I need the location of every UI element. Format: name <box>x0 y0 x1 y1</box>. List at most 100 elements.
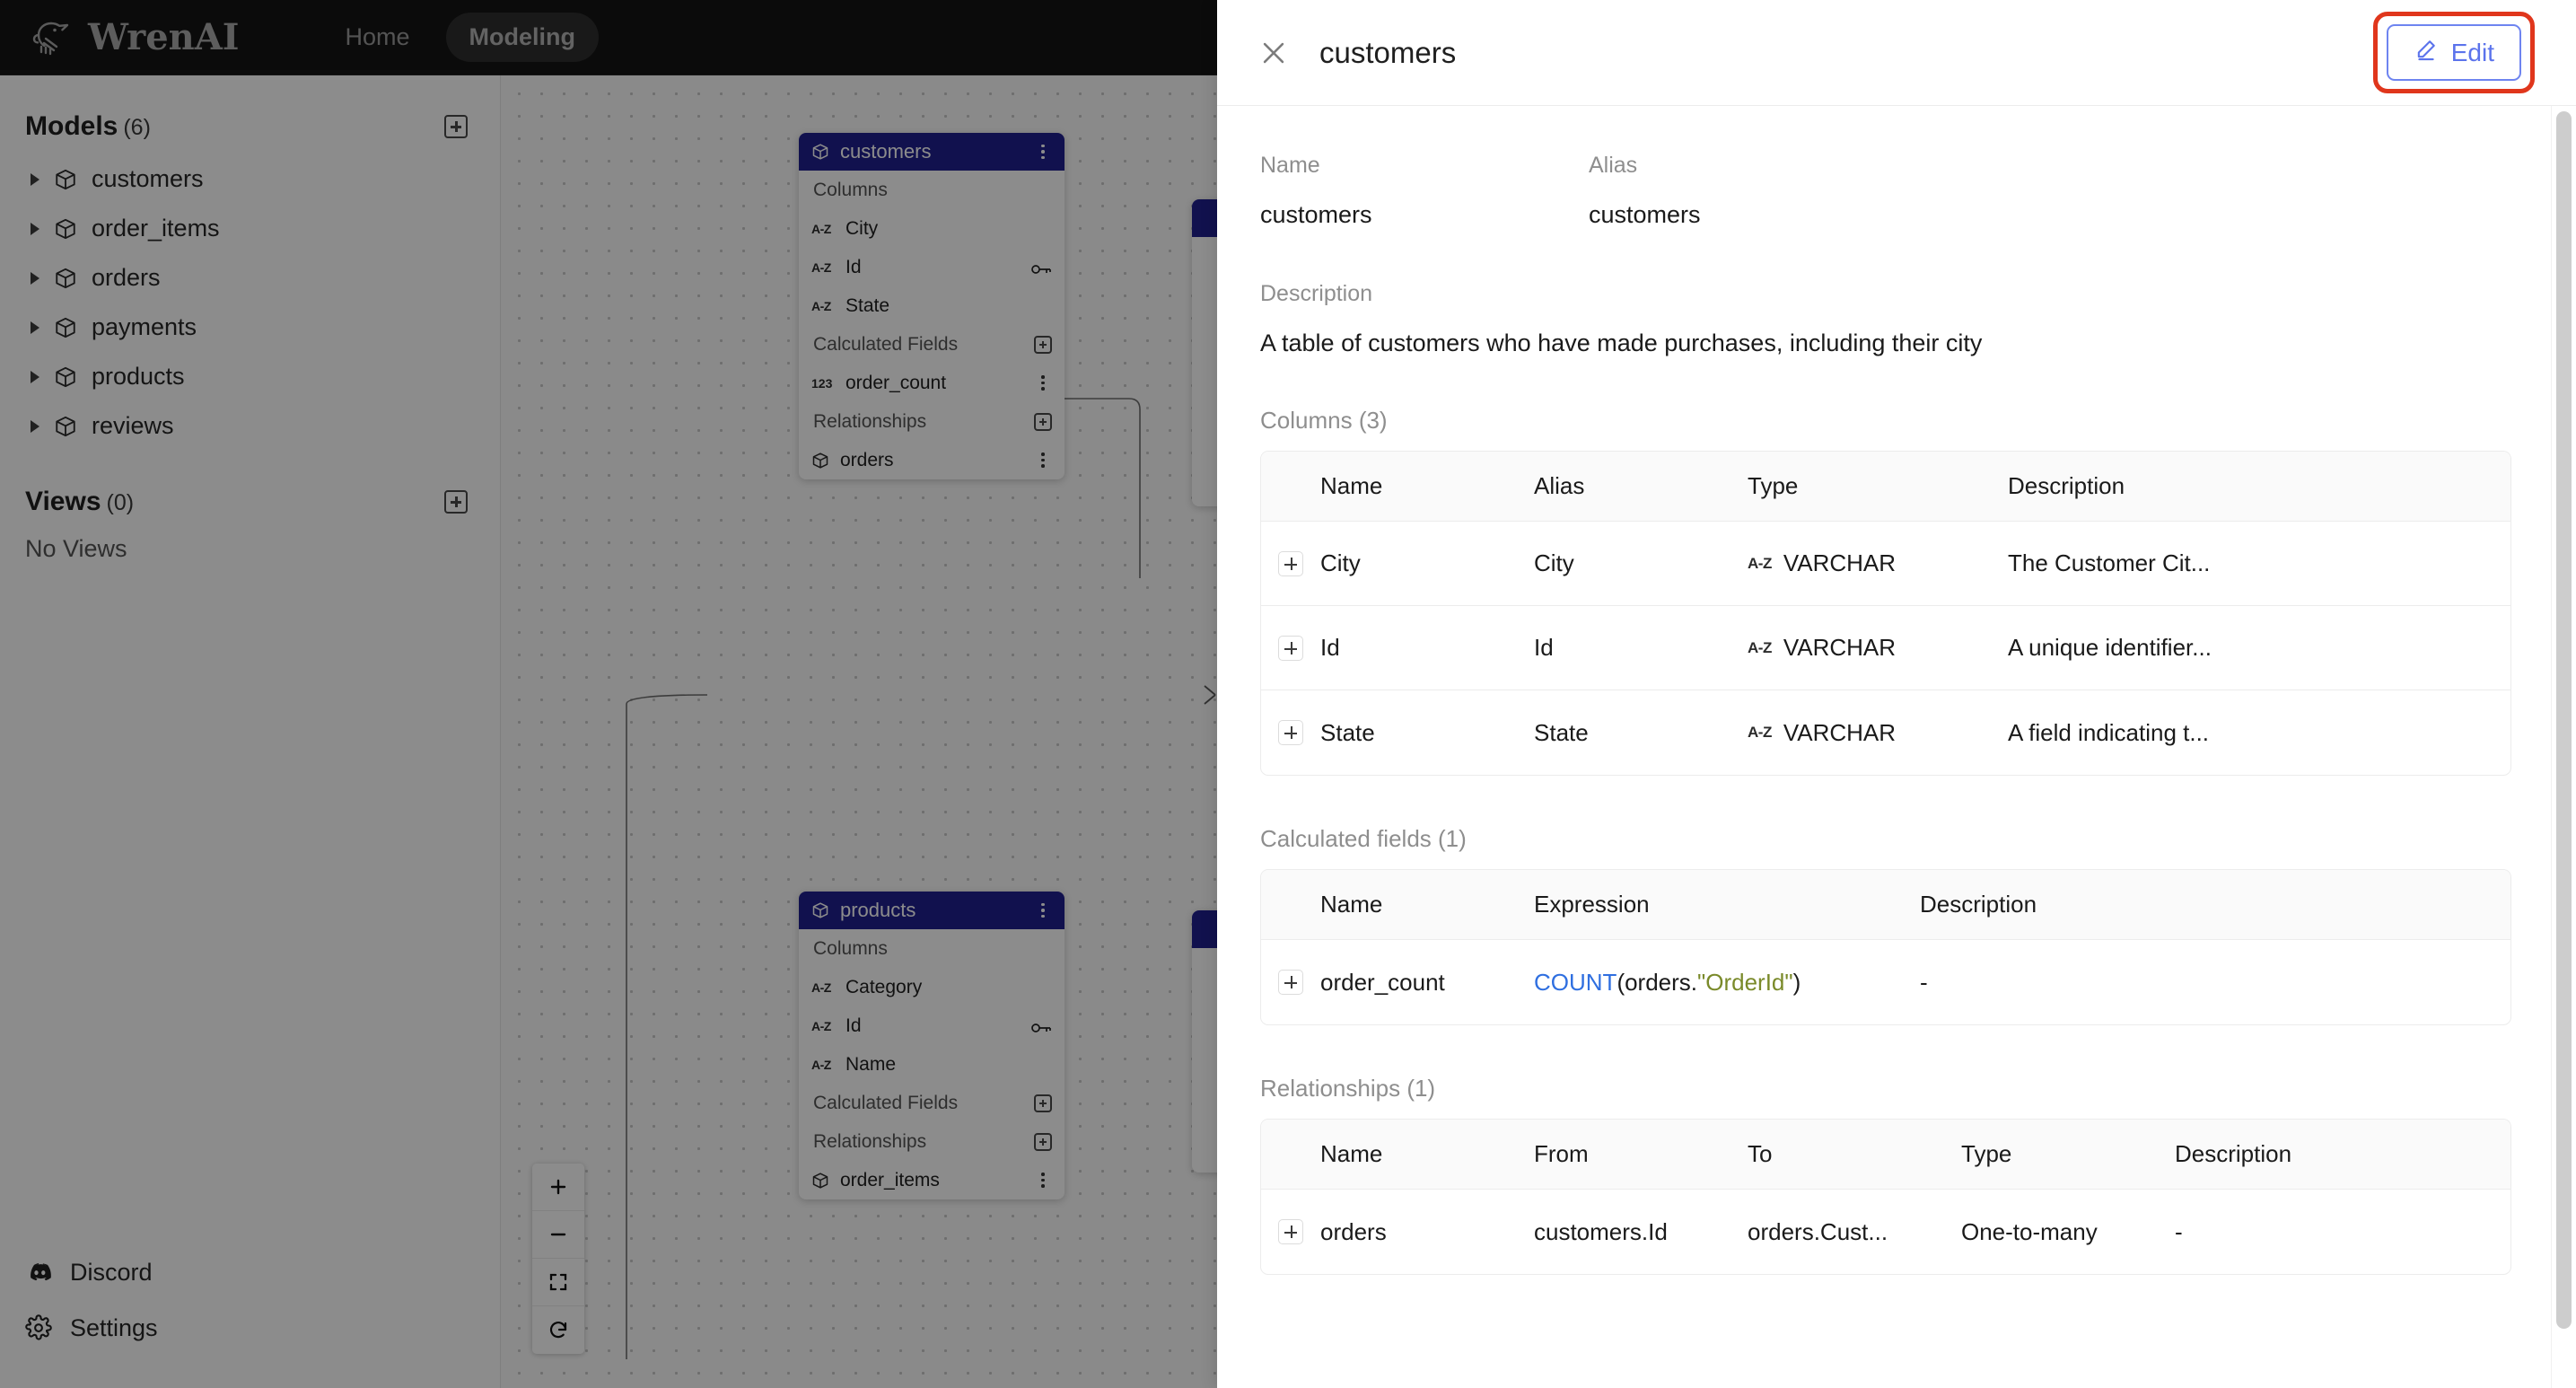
node-row-more-icon[interactable] <box>1034 1173 1052 1188</box>
sidebar-item-orders[interactable]: orders <box>0 253 500 303</box>
edit-button-label: Edit <box>2450 38 2494 66</box>
table-row[interactable]: City City A-Z VARCHAR The Customer Cit..… <box>1261 522 2510 606</box>
model-detail-drawer: customers Edit Name customers Alias cust… <box>1217 0 2576 1388</box>
node-column-state[interactable]: A-Z State <box>799 286 1065 325</box>
reset-button[interactable] <box>532 1306 584 1354</box>
columns-section-title: Columns (3) <box>1260 407 1388 434</box>
expand-row-icon[interactable] <box>1278 1219 1303 1244</box>
table-row[interactable]: orders customers.Id orders.Cust... One-t… <box>1261 1190 2510 1274</box>
table-row[interactable]: order_count COUNT(orders."OrderId") - <box>1261 940 2510 1024</box>
modeling-canvas[interactable]: customers Columns A-Z City A-Z Id A-Z St… <box>501 75 1217 1388</box>
canvas-node-partial-bottom[interactable] <box>1192 910 1217 1173</box>
add-relationship-icon[interactable] <box>1034 1132 1052 1151</box>
expand-row-icon[interactable] <box>1278 635 1303 661</box>
sidebar-item-label: Discord <box>70 1258 153 1286</box>
sidebar-item-payments[interactable]: payments <box>0 303 500 352</box>
primary-key-icon <box>1030 1019 1052 1033</box>
node-header[interactable]: products <box>799 892 1065 929</box>
node-column-city[interactable]: A-Z City <box>799 209 1065 248</box>
expression-middle: (orders. <box>1617 968 1698 996</box>
alias-label: Alias <box>1589 153 1638 178</box>
brand[interactable]: WrenAI <box>27 16 239 58</box>
drawer-body[interactable]: Name customers Alias customers Descripti… <box>1217 106 2576 1388</box>
model-cube-icon <box>811 452 829 470</box>
calculated-fields-table: Name Expression Description order_count … <box>1260 869 2511 1025</box>
table-row[interactable]: State State A-Z VARCHAR A field indicati… <box>1261 690 2510 775</box>
cell-from: customers.Id <box>1534 1217 1668 1245</box>
chevron-right-icon[interactable] <box>31 419 39 433</box>
drawer-title: customers <box>1319 35 1457 69</box>
node-header[interactable] <box>1192 910 1217 948</box>
node-column-id[interactable]: A-Z Id <box>799 248 1065 286</box>
cell-type-text: VARCHAR <box>1783 549 1897 576</box>
close-icon[interactable] <box>1258 38 1289 68</box>
table-row[interactable]: Id Id A-Z VARCHAR A unique identifier... <box>1261 606 2510 690</box>
node-column-id[interactable]: A-Z Id <box>799 1006 1065 1045</box>
cell-name: Id <box>1320 634 1340 661</box>
columns-table-header: Name Alias Type Description <box>1261 452 2510 522</box>
add-calculated-field-icon[interactable] <box>1034 1094 1052 1112</box>
expand-row-icon[interactable] <box>1278 550 1303 576</box>
canvas-node-partial-top[interactable] <box>1192 199 1217 506</box>
cell-name: City <box>1320 549 1361 576</box>
node-row-more-icon[interactable] <box>1034 375 1052 391</box>
node-more-icon[interactable] <box>1034 902 1052 918</box>
sidebar-item-discord[interactable]: Discord <box>25 1244 475 1300</box>
cell-name: orders <box>1320 1217 1387 1245</box>
sidebar-item-label: products <box>92 363 185 390</box>
chevron-right-icon[interactable] <box>31 271 39 285</box>
drawer-scrollbar-track[interactable] <box>2551 106 2576 1388</box>
canvas-zoom-controls <box>532 1164 584 1354</box>
brand-name: WrenAI <box>88 16 240 58</box>
drawer-scrollbar-thumb[interactable] <box>2556 111 2572 1329</box>
add-relationship-icon[interactable] <box>1034 412 1052 431</box>
cell-alias: City <box>1534 549 1574 576</box>
cell-to: orders.Cust... <box>1748 1217 1888 1245</box>
node-relationship-order_items[interactable]: order_items <box>799 1161 1065 1199</box>
edit-button[interactable]: Edit <box>2386 24 2521 81</box>
canvas-node-customers[interactable]: customers Columns A-Z City A-Z Id A-Z St… <box>799 133 1065 479</box>
expand-row-icon[interactable] <box>1278 970 1303 995</box>
node-header[interactable] <box>1192 199 1217 237</box>
sidebar-item-customers[interactable]: customers <box>0 154 500 204</box>
sidebar-item-products[interactable]: products <box>0 352 500 401</box>
cell-description: - <box>1920 968 1928 996</box>
number-type-icon: 123 <box>811 375 833 391</box>
expression-function: COUNT <box>1534 968 1617 996</box>
expand-cell <box>1261 1219 1320 1244</box>
zoom-in-button[interactable] <box>532 1164 584 1211</box>
node-column-label: Name <box>846 1053 897 1075</box>
add-calculated-field-icon[interactable] <box>1034 335 1052 354</box>
cell-expression: COUNT(orders."OrderId") <box>1534 969 1920 997</box>
chevron-right-icon[interactable] <box>31 321 39 334</box>
chevron-right-icon[interactable] <box>31 222 39 235</box>
model-cube-icon <box>54 267 77 290</box>
node-group-calculated-fields: Calculated Fields <box>799 1084 1065 1122</box>
node-column-category[interactable]: A-Z Category <box>799 968 1065 1006</box>
canvas-node-products[interactable]: products Columns A-Z Category A-Z Id A-Z… <box>799 892 1065 1199</box>
fit-view-button[interactable] <box>532 1259 584 1306</box>
expand-row-icon[interactable] <box>1278 720 1303 745</box>
zoom-out-button[interactable] <box>532 1211 584 1259</box>
node-more-icon[interactable] <box>1034 144 1052 160</box>
node-calculated-field-order_count[interactable]: 123 order_count <box>799 364 1065 402</box>
sidebar-item-settings[interactable]: Settings <box>25 1300 475 1356</box>
nav-link-home[interactable]: Home <box>321 13 433 62</box>
column-header-expression: Expression <box>1534 891 1650 918</box>
name-label: Name <box>1260 153 1320 178</box>
node-relationship-orders[interactable]: orders <box>799 441 1065 479</box>
cell-description: A field indicating t... <box>2008 718 2210 746</box>
node-row-more-icon[interactable] <box>1034 452 1052 468</box>
chevron-right-icon[interactable] <box>31 370 39 383</box>
nav-link-modeling[interactable]: Modeling <box>445 13 599 62</box>
discord-icon <box>25 1259 52 1286</box>
chevron-right-icon[interactable] <box>31 172 39 186</box>
sidebar-item-order_items[interactable]: order_items <box>0 204 500 253</box>
varchar-type-icon: A-Z <box>811 298 831 313</box>
add-view-icon[interactable] <box>444 490 468 514</box>
node-column-name[interactable]: A-Z Name <box>799 1045 1065 1084</box>
add-model-icon[interactable] <box>444 115 468 138</box>
node-header[interactable]: customers <box>799 133 1065 171</box>
sidebar-item-reviews[interactable]: reviews <box>0 401 500 451</box>
